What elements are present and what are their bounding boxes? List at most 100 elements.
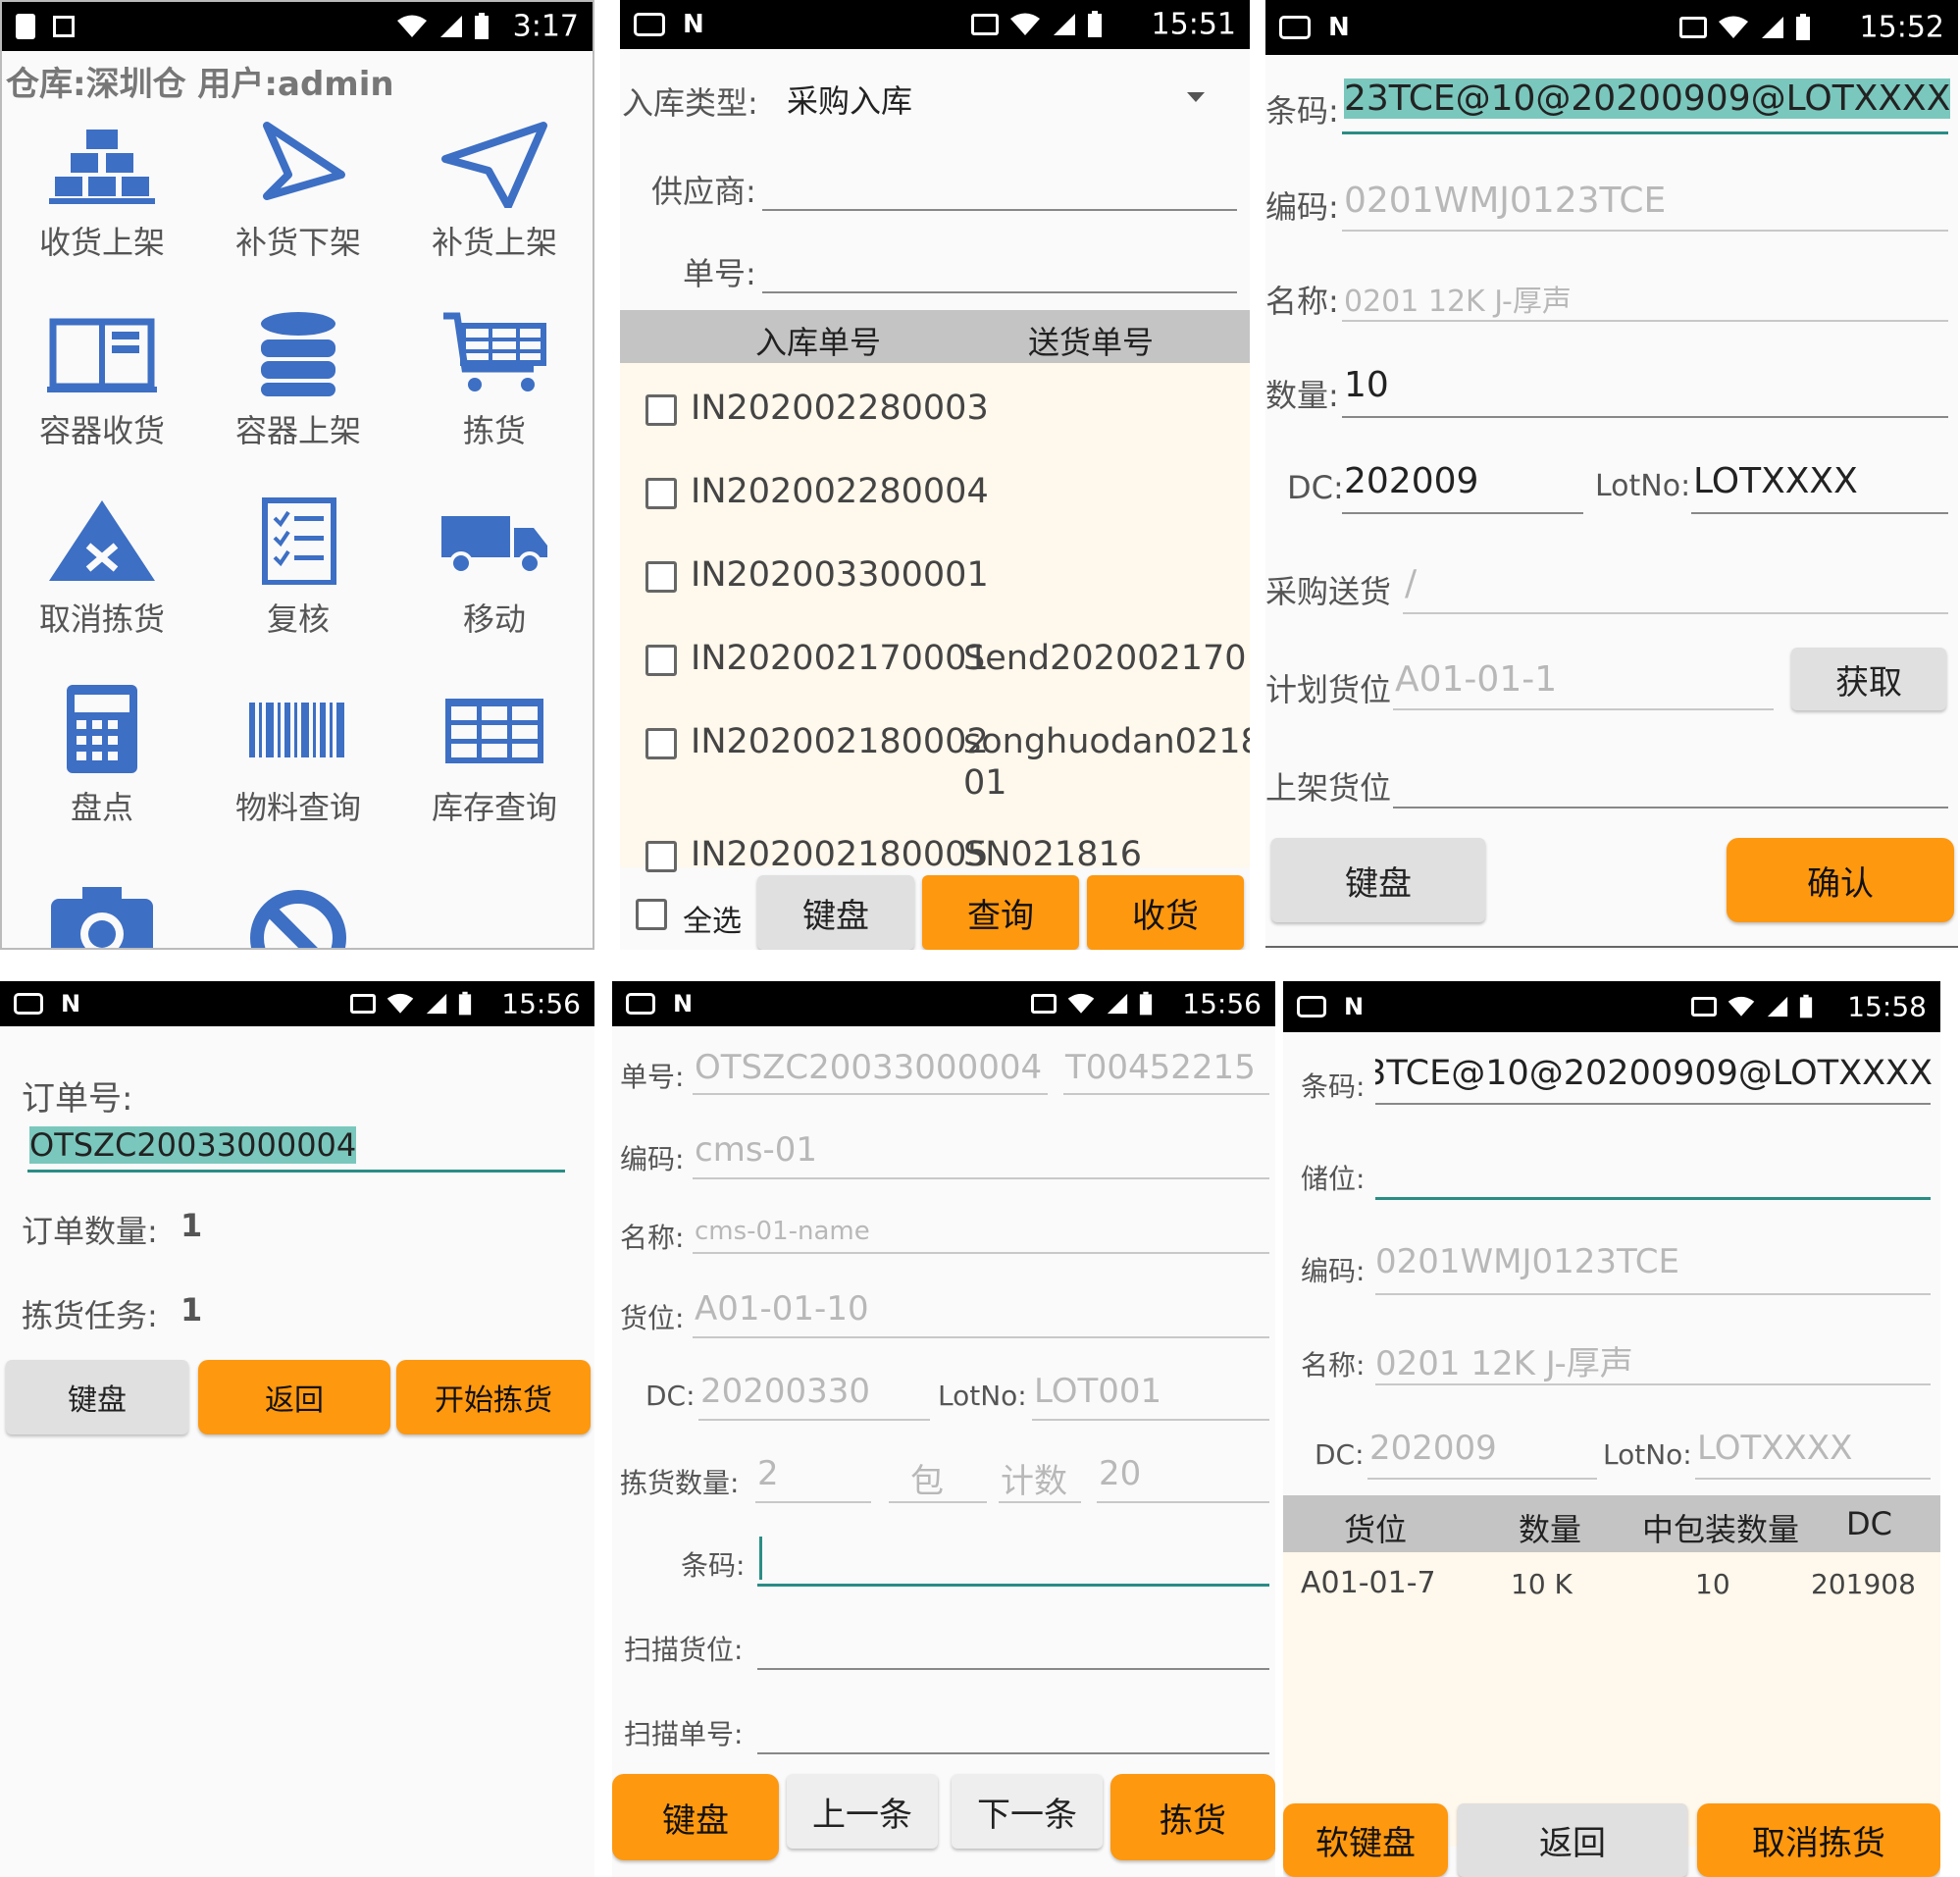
barcode-icon[interactable] bbox=[239, 685, 357, 773]
send-icon[interactable] bbox=[436, 120, 553, 208]
lot-input[interactable]: LOTXXXX bbox=[1693, 461, 1858, 501]
truck-icon[interactable] bbox=[436, 496, 553, 585]
prev-button[interactable]: 上一条 bbox=[787, 1774, 938, 1849]
location-label: 货位: bbox=[620, 1302, 685, 1334]
ban-icon[interactable] bbox=[239, 879, 357, 950]
order-no-input[interactable]: OTSZC20033000004 bbox=[29, 1126, 357, 1164]
row-checkbox[interactable] bbox=[645, 728, 677, 759]
battery-icon bbox=[1796, 14, 1810, 40]
order-no-underline bbox=[693, 1093, 1048, 1095]
wifi-icon bbox=[1067, 993, 1095, 1014]
soft-keyboard-button[interactable]: 软键盘 bbox=[1283, 1803, 1448, 1877]
menu-item-label[interactable]: 补货上架 bbox=[396, 218, 593, 263]
calculator-icon[interactable] bbox=[43, 685, 161, 773]
barcode-input[interactable]: 23TCE@10@20200909@LOTXXXX bbox=[1344, 78, 1951, 119]
receive-button[interactable]: 收货 bbox=[1087, 875, 1244, 950]
scan-order-input[interactable] bbox=[757, 1752, 1269, 1754]
database-icon[interactable] bbox=[239, 308, 357, 396]
stack-icon[interactable] bbox=[43, 120, 161, 208]
cart-icon[interactable] bbox=[436, 308, 553, 396]
confirm-button[interactable]: 确认 bbox=[1727, 838, 1954, 922]
list-header: 入库单号 送货单号 bbox=[620, 310, 1250, 363]
start-pick-button[interactable]: 开始拣货 bbox=[396, 1360, 591, 1434]
battery-icon bbox=[458, 991, 472, 1016]
scan-location-input[interactable] bbox=[757, 1668, 1269, 1670]
row-checkbox[interactable] bbox=[645, 561, 677, 593]
barcode-label: 条码: bbox=[681, 1549, 746, 1582]
list-item[interactable]: IN202002280004 bbox=[620, 456, 1250, 525]
plan-location-underline bbox=[1393, 708, 1774, 710]
receipt-no: IN202002180002 bbox=[691, 722, 989, 761]
row-checkbox[interactable] bbox=[645, 394, 677, 426]
back-button[interactable]: 返回 bbox=[198, 1360, 390, 1434]
cast-icon bbox=[1031, 994, 1057, 1014]
table-body: A01-01-7 10 K 10 201908 bbox=[1283, 1552, 1940, 1847]
select-all-checkbox[interactable] bbox=[636, 899, 667, 930]
row-checkbox[interactable] bbox=[645, 645, 677, 676]
app-icon bbox=[1279, 16, 1311, 39]
row-checkbox[interactable] bbox=[645, 841, 677, 872]
menu-item-label[interactable]: 移动 bbox=[396, 595, 593, 640]
barcode-input[interactable] bbox=[757, 1584, 1269, 1587]
storage-input[interactable] bbox=[1375, 1197, 1931, 1200]
scan-order-label: 扫描单号: bbox=[624, 1718, 744, 1750]
cancel-pick-button[interactable]: 取消拣货 bbox=[1697, 1803, 1940, 1877]
nfc-icon: N bbox=[683, 10, 704, 39]
menu-item-label[interactable]: 拣货 bbox=[396, 406, 593, 451]
table-row[interactable]: A01-01-7 10 K 10 201908 bbox=[1283, 1552, 1940, 1611]
code-label: 编码: bbox=[620, 1143, 685, 1175]
barcode-input[interactable]: 23TCE@10@20200909@LOTXXXX bbox=[1375, 1054, 1933, 1093]
qty-input[interactable]: 10 bbox=[1344, 365, 1389, 405]
menu-item-label[interactable]: 库存查询 bbox=[396, 783, 593, 828]
menu-item-label[interactable]: 盘点 bbox=[4, 783, 200, 828]
warning-x-icon[interactable] bbox=[43, 496, 161, 585]
dropdown-arrow-icon[interactable] bbox=[1187, 92, 1205, 102]
wifi-icon bbox=[1719, 16, 1748, 38]
menu-item-label[interactable]: 复核 bbox=[200, 595, 396, 640]
wifi-icon bbox=[397, 15, 427, 37]
battery-icon bbox=[1799, 994, 1813, 1018]
row-checkbox[interactable] bbox=[645, 478, 677, 509]
menu-item-label[interactable]: 物料查询 bbox=[200, 783, 396, 828]
status-bar: 3:17 bbox=[2, 2, 593, 51]
supplier-input[interactable] bbox=[762, 209, 1237, 211]
back-button[interactable]: 返回 bbox=[1458, 1803, 1687, 1877]
list-item[interactable]: IN202002280003 bbox=[620, 373, 1250, 442]
dc-underline bbox=[1367, 1478, 1597, 1480]
name-underline bbox=[1342, 320, 1948, 322]
menu-item-label[interactable]: 收货上架 bbox=[4, 218, 200, 263]
camera-icon[interactable] bbox=[43, 879, 161, 950]
menu-item-label[interactable]: 补货下架 bbox=[200, 218, 396, 263]
shelf-location-input[interactable] bbox=[1393, 807, 1948, 808]
order-no-2-underline bbox=[1063, 1093, 1269, 1095]
list-item[interactable]: IN202003300001 bbox=[620, 540, 1250, 608]
query-button[interactable]: 查询 bbox=[922, 875, 1079, 950]
checklist-icon[interactable] bbox=[239, 496, 357, 585]
pick-button[interactable]: 拣货 bbox=[1110, 1774, 1275, 1860]
keyboard-button[interactable]: 键盘 bbox=[6, 1360, 188, 1434]
cancel-pick-screen: N 15:58 条码: 23TCE@10@20200909@LOTXXXX 储位… bbox=[1283, 981, 1940, 1877]
name-value: 0201 12K J-厚声 bbox=[1344, 285, 1572, 319]
list-item[interactable]: IN202002180002 songhuodan0218 01 bbox=[620, 706, 1250, 814]
count-label-underline bbox=[999, 1501, 1081, 1503]
plan-location-label: 计划货位 bbox=[1265, 671, 1392, 708]
table-icon[interactable] bbox=[436, 685, 553, 773]
cast-icon bbox=[971, 14, 999, 35]
dc-input[interactable]: 202009 bbox=[1344, 461, 1478, 501]
cell-location: A01-01-7 bbox=[1301, 1566, 1436, 1600]
book-icon[interactable] bbox=[43, 308, 161, 396]
menu-item-label[interactable]: 容器上架 bbox=[200, 406, 396, 451]
get-button[interactable]: 获取 bbox=[1791, 648, 1946, 710]
purchase-underline bbox=[1403, 612, 1948, 614]
receipt-type-select[interactable]: 采购入库 bbox=[787, 77, 912, 122]
keyboard-button[interactable]: 键盘 bbox=[612, 1774, 779, 1860]
order-no-input[interactable] bbox=[762, 291, 1237, 293]
keyboard-button[interactable]: 键盘 bbox=[757, 875, 914, 950]
keyboard-button[interactable]: 键盘 bbox=[1271, 838, 1485, 922]
next-button[interactable]: 下一条 bbox=[952, 1774, 1103, 1849]
triangle-right-icon[interactable] bbox=[239, 120, 357, 208]
menu-item-label[interactable]: 取消拣货 bbox=[4, 595, 200, 640]
signal-icon bbox=[1767, 996, 1788, 1017]
menu-item-label[interactable]: 容器收货 bbox=[4, 406, 200, 451]
list-item[interactable]: IN202002170001 Send2020021701 bbox=[620, 623, 1250, 692]
